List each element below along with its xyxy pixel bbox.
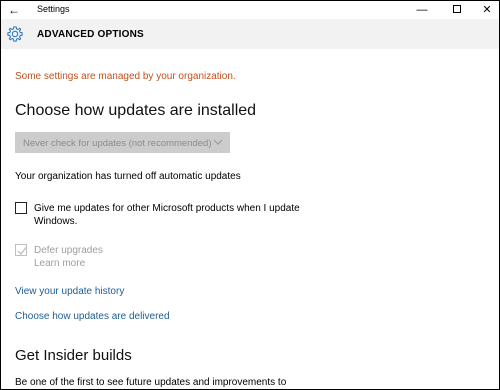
settings-window: ← Settings — ✕ ADVANCED OPTIONS Some set… xyxy=(0,0,500,390)
maximize-button[interactable] xyxy=(442,1,472,19)
back-button[interactable]: ← xyxy=(5,2,23,18)
update-history-link[interactable]: View your update history xyxy=(15,286,124,297)
minimize-button[interactable]: — xyxy=(407,1,437,19)
managed-notice: Some settings are managed by your organi… xyxy=(15,71,236,82)
org-status-text: Your organization has turned off automat… xyxy=(15,171,241,182)
page-header: ADVANCED OPTIONS xyxy=(1,19,499,49)
close-button[interactable]: ✕ xyxy=(472,1,499,19)
delivery-options-link[interactable]: Choose how updates are delivered xyxy=(15,311,170,322)
microsoft-products-checkbox[interactable] xyxy=(15,202,27,214)
checkmark-icon xyxy=(17,247,27,255)
learn-more-link[interactable]: Learn more xyxy=(34,258,85,269)
microsoft-products-label: Give me updates for other Microsoft prod… xyxy=(34,203,300,227)
install-heading: Choose how updates are installed xyxy=(15,102,257,119)
insider-description: Be one of the first to see future update… xyxy=(15,377,287,388)
gear-icon xyxy=(7,26,23,42)
page-title: ADVANCED OPTIONS xyxy=(37,29,144,40)
install-dropdown[interactable]: Never check for updates (not recommended… xyxy=(15,132,230,153)
defer-upgrades-checkbox[interactable] xyxy=(15,244,27,256)
window-title: Settings xyxy=(37,4,70,14)
install-dropdown-value: Never check for updates (not recommended… xyxy=(23,138,212,149)
maximize-icon xyxy=(453,5,461,14)
defer-upgrades-label: Defer upgrades xyxy=(34,245,103,256)
chevron-down-icon xyxy=(213,139,223,145)
insider-heading: Get Insider builds xyxy=(15,347,132,364)
title-bar: ← Settings — ✕ xyxy=(1,1,499,19)
